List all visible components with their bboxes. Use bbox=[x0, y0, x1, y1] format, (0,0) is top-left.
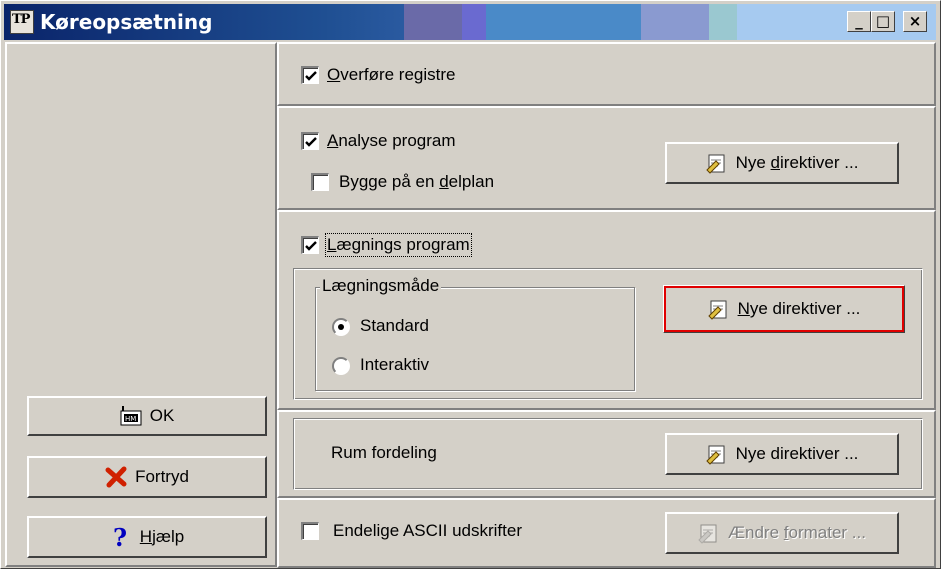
ok-icon: HM bbox=[120, 405, 142, 427]
subplan-label[interactable]: Bygge på en delplan bbox=[339, 172, 494, 192]
placement-checkbox[interactable] bbox=[301, 236, 319, 254]
radio-standard-label[interactable]: Standard bbox=[360, 316, 429, 336]
analyse-section: Analyse program Bygge på en delplan Nye … bbox=[277, 106, 936, 210]
app-icon[interactable]: TP bbox=[10, 10, 34, 34]
change-formats-label: Ændre formater ... bbox=[728, 523, 866, 542]
ascii-label[interactable]: Endelige ASCII udskrifter bbox=[333, 521, 522, 541]
transfer-label[interactable]: Overføre registre bbox=[327, 65, 455, 85]
directives-icon bbox=[705, 152, 728, 174]
radio-standard[interactable] bbox=[332, 318, 350, 336]
close-button[interactable]: × bbox=[903, 11, 927, 32]
ok-label: OK bbox=[149, 406, 175, 425]
left-panel: HM OK Fortryd ? Hjælp bbox=[5, 42, 277, 567]
room-directives-label: Nye direktiver ... bbox=[735, 444, 859, 463]
transfer-section: Overføre registre bbox=[277, 42, 936, 106]
window-title: Køreopsætning bbox=[40, 10, 213, 34]
maximize-button[interactable]: □ bbox=[871, 11, 895, 32]
directives-icon bbox=[698, 522, 720, 544]
placement-section: Lægnings program Lægningsmåde Standard I… bbox=[277, 210, 936, 410]
help-label: Hjælp bbox=[139, 527, 185, 546]
room-label: Rum fordeling bbox=[331, 443, 437, 462]
ascii-checkbox[interactable] bbox=[301, 522, 319, 540]
directives-icon bbox=[705, 443, 728, 465]
directives-icon bbox=[707, 298, 730, 320]
minimize-icon: _ bbox=[855, 12, 863, 30]
analyse-directives-button[interactable]: Nye direktiver ... bbox=[665, 142, 899, 184]
cancel-button[interactable]: Fortryd bbox=[27, 456, 267, 498]
cross-icon bbox=[105, 466, 127, 488]
placement-directives-button[interactable]: Nye direktiver ... bbox=[663, 285, 905, 333]
placement-mode-group: Lægningsmåde Standard Interaktiv bbox=[315, 276, 635, 391]
placement-directives-label: Nye direktiver ... bbox=[737, 299, 861, 318]
subplan-checkbox[interactable] bbox=[311, 173, 329, 191]
change-formats-button[interactable]: Ændre formater ... bbox=[665, 512, 899, 554]
maximize-icon: □ bbox=[875, 12, 891, 30]
radio-interactive-label[interactable]: Interaktiv bbox=[360, 355, 429, 375]
title-bar[interactable]: TP Køreopsætning _ □ × bbox=[4, 4, 936, 40]
placement-mode-title: Lægningsmåde bbox=[320, 276, 442, 296]
question-mark-icon: ? bbox=[110, 523, 132, 552]
analyse-directives-label: Nye direktiver ... bbox=[735, 153, 859, 172]
room-directives-button[interactable]: Nye direktiver ... bbox=[665, 433, 899, 475]
placement-label[interactable]: Lægnings program bbox=[325, 233, 472, 257]
cancel-label: Fortryd bbox=[135, 467, 189, 486]
svg-text:?: ? bbox=[113, 526, 127, 548]
minimize-button[interactable]: _ bbox=[847, 11, 871, 32]
svg-text:HM: HM bbox=[125, 415, 136, 423]
help-button[interactable]: ? Hjælp bbox=[27, 516, 267, 558]
radio-interactive[interactable] bbox=[332, 357, 350, 375]
room-section: Rum fordeling Nye direktiver ... bbox=[277, 410, 936, 498]
ascii-section: Endelige ASCII udskrifter Ændre formater… bbox=[277, 498, 936, 568]
close-icon: × bbox=[908, 12, 922, 30]
ok-button[interactable]: HM OK bbox=[27, 396, 267, 436]
dialog-window: TP Køreopsætning _ □ × HM OK Fortryd ? H… bbox=[0, 0, 941, 569]
analyse-label[interactable]: Analyse program bbox=[327, 131, 456, 151]
analyse-checkbox[interactable] bbox=[301, 132, 319, 150]
transfer-checkbox[interactable] bbox=[301, 66, 319, 84]
